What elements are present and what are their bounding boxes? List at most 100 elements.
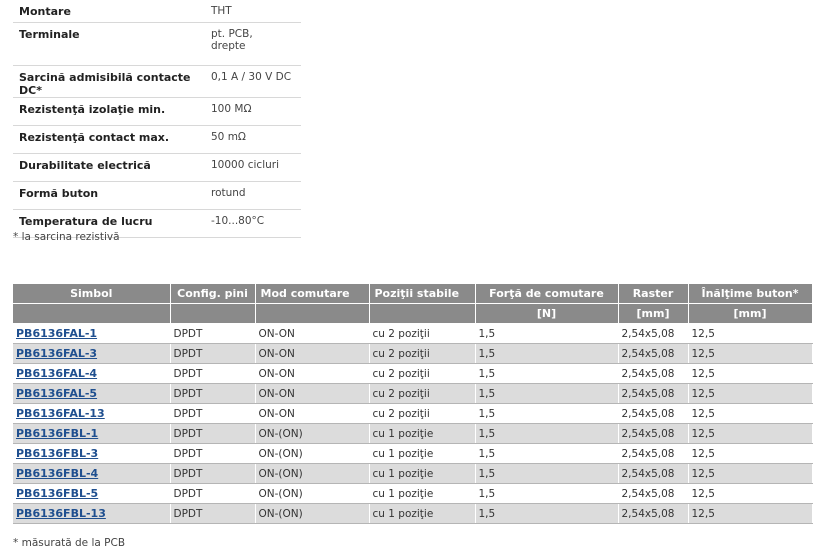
product-link[interactable]: PB6136FBL-1	[16, 427, 98, 440]
table-row: PB6136FBL-3 DPDT ON-(ON) cu 1 poziţie 1,5 2,5…	[13, 443, 813, 464]
raster-cell: 2,54x5,08	[618, 423, 689, 444]
product-table-body: PB6136FAL-1 DPDT ON-ON cu 2 poziţii 1,5 2,54x…	[13, 323, 813, 524]
pin-config-cell: DPDT	[170, 423, 256, 444]
spec-value: rotund	[204, 181, 301, 210]
stable-positions-cell: cu 2 poziţii	[369, 323, 476, 344]
force-cell: 1,5	[475, 323, 619, 344]
height-cell: 12,5	[688, 423, 813, 444]
switch-mode-cell: ON-(ON)	[255, 483, 370, 504]
pin-config-cell: DPDT	[170, 403, 256, 424]
unit-header	[13, 303, 171, 324]
table-row: PB6136FAL-13 DPDT ON-ON cu 2 poziţii 1,5 2,54…	[13, 403, 813, 424]
column-header: Poziţii stabile	[369, 284, 476, 304]
unit-header	[255, 303, 370, 324]
table-row: PB6136FBL-1 DPDT ON-(ON) cu 1 poziţie 1,5 2,5…	[13, 423, 813, 444]
switch-mode-cell: ON-(ON)	[255, 423, 370, 444]
spec-value: -10...80°C	[204, 209, 301, 238]
stable-positions-cell: cu 1 poziţie	[369, 463, 476, 484]
switch-mode-cell: ON-ON	[255, 403, 370, 424]
height-cell: 12,5	[688, 503, 813, 524]
column-header: Raster	[618, 284, 689, 304]
spec-value: 100 MΩ	[204, 97, 301, 126]
spec-label: Sarcină admisibilă contacte DC*	[13, 65, 204, 98]
symbol-cell: PB6136FBL-4	[13, 463, 171, 484]
height-cell: 12,5	[688, 443, 813, 464]
switch-mode-cell: ON-ON	[255, 383, 370, 404]
force-cell: 1,5	[475, 443, 619, 464]
pin-config-cell: DPDT	[170, 383, 256, 404]
table-row: PB6136FBL-4 DPDT ON-(ON) cu 1 poziţie 1,5 2,5…	[13, 463, 813, 484]
pin-config-cell: DPDT	[170, 343, 256, 364]
pin-config-cell: DPDT	[170, 323, 256, 344]
height-cell: 12,5	[688, 383, 813, 404]
spec-label: Terminale	[13, 22, 204, 66]
symbol-cell: PB6136FBL-13	[13, 503, 171, 524]
unit-header: [mm]	[688, 303, 813, 324]
column-header: Înălţime buton*	[688, 284, 813, 304]
switch-mode-cell: ON-(ON)	[255, 503, 370, 524]
product-table: Simbol Config. pini Mod comutare Poziţii…	[13, 284, 813, 524]
spec-label: Formă buton	[13, 181, 204, 210]
product-link[interactable]: PB6136FBL-3	[16, 447, 98, 460]
spec-row: Terminale pt. PCB, drepte	[13, 22, 301, 66]
column-header: Config. pini	[170, 284, 256, 304]
product-link[interactable]: PB6136FAL-13	[16, 407, 105, 420]
height-cell: 12,5	[688, 323, 813, 344]
pin-config-cell: DPDT	[170, 463, 256, 484]
product-link[interactable]: PB6136FAL-4	[16, 367, 97, 380]
spec-value-line: drepte	[211, 40, 246, 52]
height-cell: 12,5	[688, 343, 813, 364]
product-link[interactable]: PB6136FAL-5	[16, 387, 97, 400]
unit-header	[170, 303, 256, 324]
stable-positions-cell: cu 2 poziţii	[369, 383, 476, 404]
spec-value-line: pt. PCB,	[211, 28, 253, 40]
product-link[interactable]: PB6136FAL-1	[16, 327, 97, 340]
spec-value: 0,1 A / 30 V DC	[204, 65, 301, 98]
spec-row: Durabilitate electrică 10000 cicluri	[13, 153, 301, 182]
table-row: PB6136FAL-1 DPDT ON-ON cu 2 poziţii 1,5 2,54x…	[13, 323, 813, 344]
symbol-cell: PB6136FBL-3	[13, 443, 171, 464]
raster-cell: 2,54x5,08	[618, 503, 689, 524]
symbol-cell: PB6136FAL-4	[13, 363, 171, 384]
pin-config-cell: DPDT	[170, 483, 256, 504]
stable-positions-cell: cu 1 poziţie	[369, 483, 476, 504]
table-row: PB6136FAL-4 DPDT ON-ON cu 2 poziţii 1,5 2,54x…	[13, 363, 813, 384]
spec-value: 50 mΩ	[204, 125, 301, 154]
stable-positions-cell: cu 1 poziţie	[369, 423, 476, 444]
height-cell: 12,5	[688, 403, 813, 424]
symbol-cell: PB6136FAL-3	[13, 343, 171, 364]
height-cell: 12,5	[688, 463, 813, 484]
spec-footnote: * la sarcina rezistivă	[13, 231, 120, 243]
force-cell: 1,5	[475, 463, 619, 484]
column-header: Mod comutare	[255, 284, 370, 304]
table-row: PB6136FAL-3 DPDT ON-ON cu 2 poziţii 1,5 2,54x…	[13, 343, 813, 364]
spec-value: 10000 cicluri	[204, 153, 301, 182]
raster-cell: 2,54x5,08	[618, 343, 689, 364]
column-header: Simbol	[13, 284, 171, 304]
switch-mode-cell: ON-(ON)	[255, 443, 370, 464]
force-cell: 1,5	[475, 363, 619, 384]
spec-label: Rezistenţă izolaţie min.	[13, 97, 204, 126]
product-link[interactable]: PB6136FBL-13	[16, 507, 106, 520]
switch-mode-cell: ON-ON	[255, 343, 370, 364]
symbol-cell: PB6136FBL-1	[13, 423, 171, 444]
unit-header: [N]	[475, 303, 619, 324]
stable-positions-cell: cu 2 poziţii	[369, 343, 476, 364]
table-row: PB6136FAL-5 DPDT ON-ON cu 2 poziţii 1,5 2,54x…	[13, 383, 813, 404]
table-row: PB6136FBL-5 DPDT ON-(ON) cu 1 poziţie 1,5 2,5…	[13, 483, 813, 504]
force-cell: 1,5	[475, 403, 619, 424]
stable-positions-cell: cu 1 poziţie	[369, 443, 476, 464]
unit-header	[369, 303, 476, 324]
raster-cell: 2,54x5,08	[618, 403, 689, 424]
product-link[interactable]: PB6136FAL-3	[16, 347, 97, 360]
pin-config-cell: DPDT	[170, 443, 256, 464]
pin-config-cell: DPDT	[170, 503, 256, 524]
spec-row: Rezistenţă izolaţie min. 100 MΩ	[13, 97, 301, 126]
product-link[interactable]: PB6136FBL-4	[16, 467, 98, 480]
spec-value: THT	[204, 0, 301, 23]
raster-cell: 2,54x5,08	[618, 483, 689, 504]
symbol-cell: PB6136FAL-13	[13, 403, 171, 424]
product-link[interactable]: PB6136FBL-5	[16, 487, 98, 500]
height-cell: 12,5	[688, 483, 813, 504]
spec-label: Durabilitate electrică	[13, 153, 204, 182]
